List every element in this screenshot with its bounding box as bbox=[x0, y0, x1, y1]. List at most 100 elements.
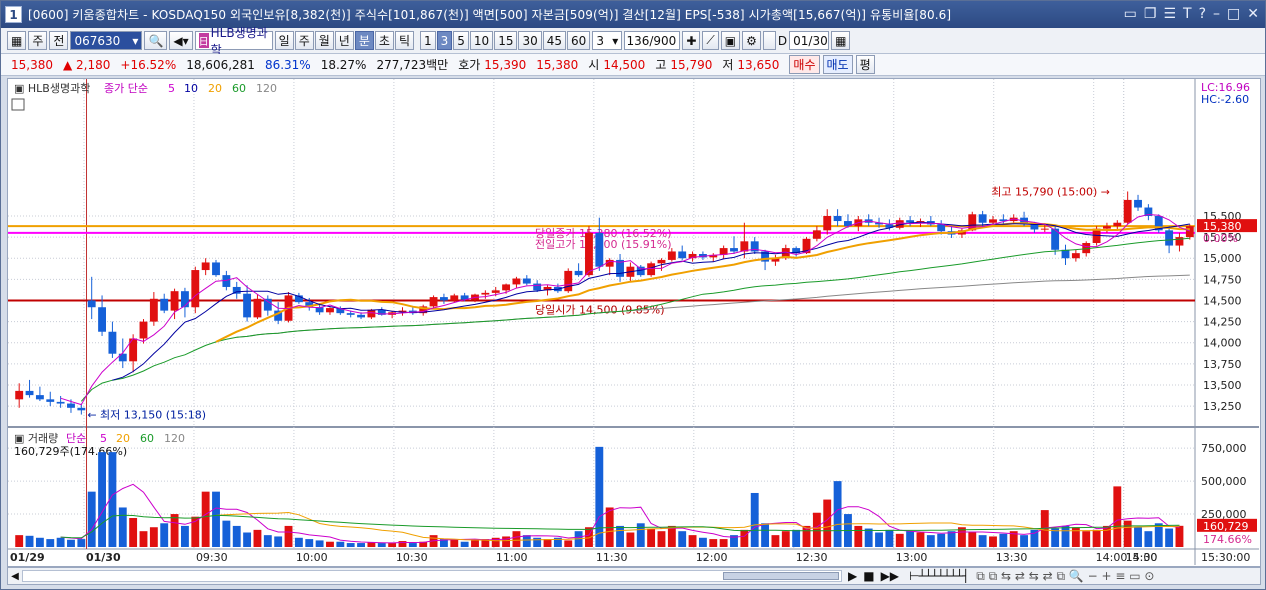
close-icon[interactable]: ✕ bbox=[1247, 6, 1259, 22]
font-icon[interactable]: T bbox=[1183, 6, 1192, 22]
tab-week-button[interactable]: 주 bbox=[28, 31, 48, 50]
play-icon[interactable]: ▶ bbox=[848, 569, 857, 583]
candle-body bbox=[595, 232, 604, 267]
maximize-icon[interactable]: □ bbox=[1227, 6, 1240, 22]
candle-body bbox=[326, 308, 334, 313]
tab-interval-60[interactable]: 60 bbox=[567, 31, 591, 50]
tab-interval-15[interactable]: 15 bbox=[494, 31, 518, 50]
candle-body bbox=[439, 297, 448, 301]
volume-bar bbox=[149, 527, 158, 547]
candle-body bbox=[812, 230, 821, 239]
speaker-icon[interactable]: ◀▾ bbox=[169, 31, 193, 50]
volume-bar bbox=[792, 529, 801, 547]
title-bar: 1 [0600] 키움종합차트 - KOSDAQ150 외국인보유[8,382(… bbox=[1, 1, 1265, 28]
candle-body bbox=[833, 215, 842, 222]
volume-bar bbox=[1144, 531, 1153, 547]
candle-body bbox=[512, 278, 521, 285]
volume-bar bbox=[471, 540, 479, 547]
time-label: 14:00 bbox=[1096, 551, 1128, 564]
candle-body bbox=[533, 283, 542, 291]
volume-bar bbox=[139, 531, 148, 547]
candle-body bbox=[730, 248, 738, 252]
low-annotation: ← 최저 13,150 (15:18) bbox=[87, 409, 206, 422]
volume-bar bbox=[885, 529, 894, 547]
tab-period-년[interactable]: 년 bbox=[334, 31, 354, 50]
price-tick-label: 15,000 bbox=[1203, 252, 1242, 265]
layout-icon[interactable]: ▦ bbox=[7, 31, 27, 50]
volume-tick-label: 750,000 bbox=[1201, 442, 1247, 455]
volume-bar bbox=[77, 539, 86, 547]
chart-tools-icon[interactable]: ⧉ ⧉ ⇆ ⇄ ⇆ ⇄ ⧉ 🔍 − + ≡ ▭ ⊙ bbox=[976, 569, 1154, 584]
price-tick-label: 14,750 bbox=[1203, 273, 1242, 286]
interval-select[interactable]: 3 ▾ bbox=[592, 31, 623, 50]
volume-bar bbox=[1175, 525, 1184, 547]
zoom-slider-icon[interactable]: ⊢┴┴┴┴┴┴┴┤ bbox=[909, 569, 969, 583]
volume-bar bbox=[408, 543, 417, 547]
volume-bar bbox=[978, 535, 987, 547]
fast-forward-icon[interactable]: ▶▶ bbox=[881, 569, 899, 583]
volume-bar bbox=[1165, 528, 1174, 547]
eval-button[interactable]: 평 bbox=[855, 55, 875, 74]
volume-bar bbox=[232, 525, 241, 547]
chart-svg[interactable]: 15,50015,25015,00014,75014,50014,25014,0… bbox=[8, 79, 1260, 566]
volume-bar bbox=[56, 537, 65, 547]
volume-bar bbox=[274, 536, 283, 547]
chart-scrollbar[interactable]: ◀ ▶ ■ ▶▶ ⊢┴┴┴┴┴┴┴┤ ⧉ ⧉ ⇆ ⇄ ⇆ ⇄ ⧉ 🔍 − + ≡… bbox=[7, 567, 1261, 585]
volume-pct-label: 174.66% bbox=[1203, 533, 1252, 546]
help-icon[interactable]: ? bbox=[1199, 6, 1206, 22]
tab-interval-45[interactable]: 45 bbox=[542, 31, 567, 50]
tab-interval-3[interactable]: 3 bbox=[436, 31, 453, 50]
volume-bar bbox=[698, 537, 707, 547]
save-icon[interactable]: ▣ bbox=[720, 31, 741, 50]
price-tick-label: 14,500 bbox=[1203, 294, 1242, 307]
scroll-track[interactable] bbox=[22, 570, 842, 582]
time-label: 01/30 bbox=[86, 551, 121, 564]
minimize-icon[interactable]: – bbox=[1213, 6, 1220, 22]
crosshair-icon[interactable]: ✚ bbox=[682, 31, 701, 50]
tab-period-일[interactable]: 일 bbox=[274, 31, 294, 50]
candle-body bbox=[212, 262, 220, 276]
tab-interval-5[interactable]: 5 bbox=[453, 31, 469, 50]
window-number-badge[interactable]: 1 bbox=[5, 6, 22, 23]
stop-icon[interactable]: ■ bbox=[863, 569, 874, 583]
tab-all-button[interactable]: 전 bbox=[49, 31, 69, 50]
chevron-down-icon[interactable]: ▾ bbox=[132, 34, 138, 48]
tab-period-월[interactable]: 월 bbox=[314, 31, 334, 50]
stock-code-input[interactable]: 067630 ▾ bbox=[70, 31, 143, 50]
time-label: 15:00 bbox=[1126, 551, 1158, 564]
scroll-left-icon[interactable]: ◀ bbox=[8, 571, 22, 582]
candle-body bbox=[77, 407, 86, 411]
trendline-icon[interactable]: ⟋ bbox=[702, 31, 719, 50]
sell-button[interactable]: 매도 bbox=[822, 55, 853, 74]
minimize-tray-icon[interactable]: ▭ bbox=[1124, 6, 1137, 22]
tab-period-초[interactable]: 초 bbox=[374, 31, 394, 50]
bid-price: 15,380 bbox=[536, 57, 579, 72]
calendar-icon[interactable]: ▦ bbox=[831, 31, 851, 50]
count-input[interactable]: 136/900 bbox=[624, 31, 681, 50]
restore-icon[interactable]: ❐ bbox=[1144, 6, 1157, 22]
candle-body bbox=[450, 295, 459, 301]
search-icon[interactable]: 🔍 bbox=[144, 31, 168, 50]
volume-bar bbox=[989, 536, 997, 547]
tab-period-분[interactable]: 분 bbox=[354, 31, 374, 50]
volume-bar bbox=[212, 491, 220, 547]
tab-period-틱[interactable]: 틱 bbox=[394, 31, 414, 50]
tab-interval-30[interactable]: 30 bbox=[518, 31, 542, 50]
volume-legend-ma-label: 단순 bbox=[66, 432, 86, 445]
volume-bar bbox=[46, 539, 55, 547]
tab-interval-10[interactable]: 10 bbox=[469, 31, 494, 50]
list-icon[interactable]: ☰ bbox=[1163, 6, 1176, 22]
volume-tick-label: 500,000 bbox=[1201, 475, 1247, 488]
tab-period-주[interactable]: 주 bbox=[294, 31, 314, 50]
gear-icon[interactable]: ⚙ bbox=[742, 31, 761, 50]
buy-button[interactable]: 매수 bbox=[789, 55, 820, 74]
date-checkbox[interactable] bbox=[762, 31, 776, 50]
date-checkbox-label: D bbox=[777, 33, 788, 48]
date-input[interactable]: 01/30 bbox=[789, 31, 830, 50]
chart-area[interactable]: 15,500 15,250 15,000 14,750 14,500 14,250 14,0… bbox=[7, 78, 1261, 567]
quote-label: 호가 bbox=[458, 58, 481, 72]
time-label: 11:00 bbox=[496, 551, 528, 564]
price-legend-period: 120 bbox=[256, 82, 277, 95]
tab-interval-1[interactable]: 1 bbox=[419, 31, 436, 50]
scroll-thumb[interactable] bbox=[723, 572, 839, 580]
